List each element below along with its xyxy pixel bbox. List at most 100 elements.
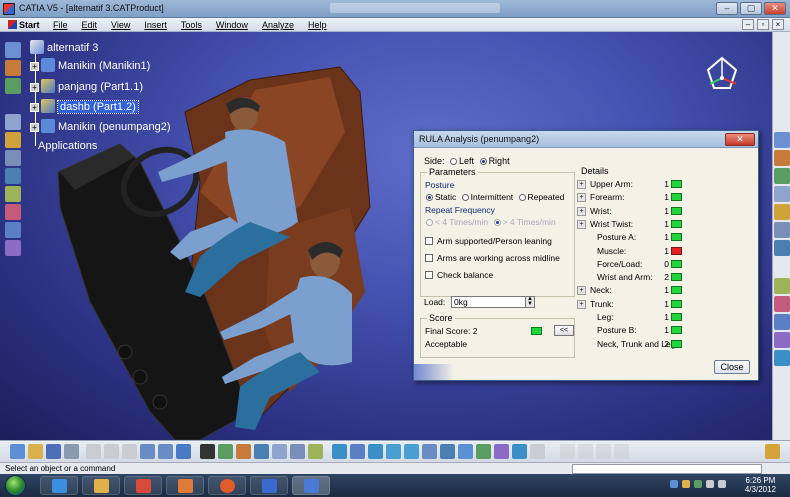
taskbar-word[interactable] bbox=[250, 476, 288, 495]
tool-icon[interactable] bbox=[774, 296, 790, 312]
expand-detail-button[interactable]: + bbox=[577, 286, 586, 296]
close-window-button[interactable]: ✕ bbox=[764, 2, 786, 15]
taskbar-firefox[interactable] bbox=[208, 476, 246, 495]
tray-icon[interactable] bbox=[682, 480, 690, 488]
side-right-radio[interactable] bbox=[479, 158, 487, 165]
menu-start[interactable]: Start bbox=[8, 20, 40, 30]
tool-icon[interactable] bbox=[272, 444, 287, 459]
hide-show-icon[interactable] bbox=[476, 444, 491, 459]
tool-icon[interactable] bbox=[774, 222, 790, 238]
print-icon[interactable] bbox=[64, 444, 79, 459]
taskbar-app[interactable] bbox=[124, 476, 162, 495]
expand-icon[interactable]: + bbox=[30, 62, 39, 71]
load-spinner[interactable]: ▲ ▼ bbox=[525, 296, 535, 308]
expand-icon[interactable]: + bbox=[30, 123, 39, 132]
tray-icon[interactable] bbox=[694, 480, 702, 488]
collapse-details-button[interactable]: << bbox=[554, 325, 574, 336]
arms-midline-checkbox[interactable]: Arms are working across midline bbox=[425, 253, 560, 263]
tool-icon[interactable] bbox=[5, 168, 21, 184]
expand-detail-button[interactable]: + bbox=[577, 219, 586, 229]
minimize-button[interactable]: – bbox=[716, 2, 738, 15]
doc-close-button[interactable]: × bbox=[772, 19, 784, 30]
close-button[interactable]: Close bbox=[714, 360, 750, 374]
tool-icon[interactable] bbox=[774, 186, 790, 202]
tool-icon[interactable] bbox=[774, 314, 790, 330]
tool-icon[interactable] bbox=[774, 278, 790, 294]
whats-this-icon[interactable] bbox=[176, 444, 191, 459]
tool-icon[interactable] bbox=[774, 240, 790, 256]
tool-icon[interactable] bbox=[5, 114, 21, 130]
tree-node-manikin1[interactable]: + Manikin (Manikin1) bbox=[30, 58, 150, 72]
tool-icon[interactable] bbox=[774, 332, 790, 348]
views-icon[interactable] bbox=[440, 444, 455, 459]
system-clock[interactable]: 6:26 PM 4/3/2012 bbox=[745, 476, 776, 494]
posture-repeated-radio[interactable] bbox=[518, 194, 526, 201]
dialog-close-icon[interactable]: ✕ bbox=[725, 133, 755, 146]
check-balance-checkbox[interactable]: Check balance bbox=[425, 270, 493, 280]
expand-detail-button[interactable]: + bbox=[577, 299, 586, 309]
tool-icon[interactable] bbox=[774, 204, 790, 220]
new-icon[interactable] bbox=[10, 444, 25, 459]
paste-icon[interactable] bbox=[122, 444, 137, 459]
expand-detail-button[interactable]: + bbox=[577, 180, 586, 189]
fit-all-icon[interactable] bbox=[332, 444, 347, 459]
expand-icon[interactable]: + bbox=[30, 83, 39, 92]
tool-icon[interactable] bbox=[5, 240, 21, 256]
tool-icon[interactable] bbox=[5, 60, 21, 76]
pan-icon[interactable] bbox=[350, 444, 365, 459]
zoom-in-icon[interactable] bbox=[386, 444, 401, 459]
tool-icon[interactable] bbox=[774, 150, 790, 166]
open-icon[interactable] bbox=[28, 444, 43, 459]
maximize-button[interactable]: ▢ bbox=[740, 2, 762, 15]
arm-supported-checkbox[interactable]: Arm supported/Person leaning bbox=[425, 236, 552, 246]
expand-detail-button[interactable]: + bbox=[577, 193, 586, 203]
render-style-icon[interactable] bbox=[458, 444, 473, 459]
menu-file[interactable]: File bbox=[53, 20, 68, 30]
network-icon[interactable] bbox=[706, 480, 714, 488]
copy-icon[interactable] bbox=[104, 444, 119, 459]
normal-view-icon[interactable] bbox=[422, 444, 437, 459]
tool-icon[interactable] bbox=[774, 350, 790, 366]
tool-icon[interactable] bbox=[290, 444, 305, 459]
save-icon[interactable] bbox=[46, 444, 61, 459]
tray-icon[interactable] bbox=[670, 480, 678, 488]
tool-icon[interactable] bbox=[5, 222, 21, 238]
expand-icon[interactable]: + bbox=[30, 103, 39, 112]
freq-less-radio[interactable] bbox=[426, 219, 433, 226]
posture-static-radio[interactable] bbox=[426, 194, 433, 201]
doc-minimize-button[interactable]: – bbox=[742, 19, 754, 30]
tool-icon[interactable] bbox=[5, 132, 21, 148]
tool-icon[interactable] bbox=[512, 444, 527, 459]
doc-restore-button[interactable]: ▫ bbox=[757, 19, 769, 30]
tool-icon[interactable] bbox=[218, 444, 233, 459]
menu-insert[interactable]: Insert bbox=[144, 20, 167, 30]
compass-icon[interactable] bbox=[702, 54, 742, 96]
tool-icon[interactable] bbox=[774, 168, 790, 184]
taskbar-explorer[interactable] bbox=[82, 476, 120, 495]
start-orb-icon[interactable] bbox=[5, 475, 26, 496]
tool-icon[interactable] bbox=[5, 150, 21, 166]
menu-edit[interactable]: Edit bbox=[82, 20, 98, 30]
freq-more-radio[interactable] bbox=[493, 219, 501, 226]
tool-icon[interactable] bbox=[254, 444, 269, 459]
tool-icon[interactable] bbox=[236, 444, 251, 459]
tree-node-applications[interactable]: Applications bbox=[38, 140, 97, 152]
menu-window[interactable]: Window bbox=[216, 20, 248, 30]
cut-icon[interactable] bbox=[86, 444, 101, 459]
load-input[interactable]: 0kg bbox=[451, 296, 531, 308]
undo-icon[interactable] bbox=[140, 444, 155, 459]
side-left-radio[interactable] bbox=[450, 158, 458, 165]
redo-icon[interactable] bbox=[158, 444, 173, 459]
taskbar-ie[interactable] bbox=[40, 476, 78, 495]
tree-node-panjang[interactable]: + panjang (Part1.1) bbox=[30, 79, 143, 93]
rotate-icon[interactable] bbox=[368, 444, 383, 459]
tool-icon[interactable] bbox=[774, 132, 790, 148]
menu-help[interactable]: Help bbox=[308, 20, 327, 30]
menu-analyze[interactable]: Analyze bbox=[262, 20, 294, 30]
zoom-out-icon[interactable] bbox=[404, 444, 419, 459]
tool-icon[interactable] bbox=[308, 444, 323, 459]
taskbar-app[interactable] bbox=[166, 476, 204, 495]
command-input[interactable] bbox=[572, 464, 762, 474]
volume-icon[interactable] bbox=[718, 480, 726, 488]
tool-icon[interactable] bbox=[5, 78, 21, 94]
